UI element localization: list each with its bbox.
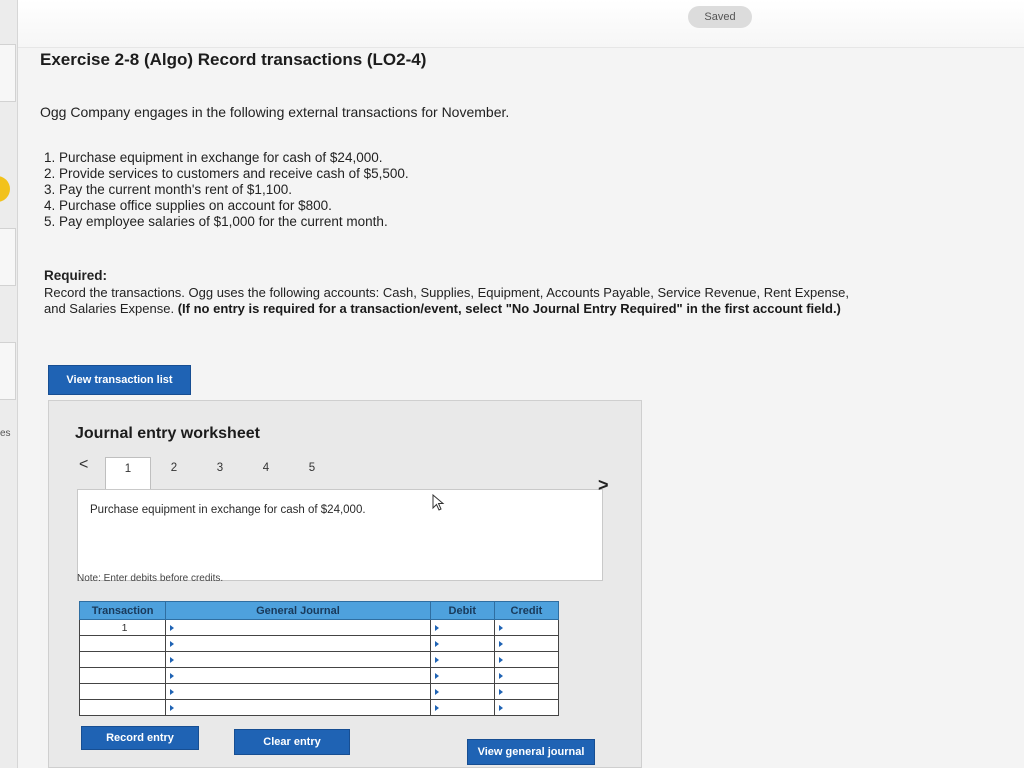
credit-input[interactable] [493, 635, 560, 652]
input-marker-icon [434, 624, 439, 631]
debit-credit-note: Note: Enter debits before credits. [77, 573, 224, 584]
list-item: 4. Purchase office supplies on account f… [44, 198, 332, 213]
tab-transaction-4[interactable]: 4 [243, 457, 289, 491]
required-instructions: Record the transactions. Ogg uses the fo… [44, 285, 864, 317]
left-rail: es [0, 0, 18, 768]
column-header-transaction: Transaction [78, 601, 167, 620]
column-header-debit: Debit [429, 601, 495, 620]
transaction-list: 1. Purchase equipment in exchange for ca… [44, 150, 409, 230]
dropdown-marker-icon [170, 640, 175, 647]
credit-input[interactable] [493, 651, 560, 668]
debit-input[interactable] [429, 651, 495, 668]
worksheet-title: Journal entry worksheet [75, 425, 260, 442]
tab-transaction-3[interactable]: 3 [197, 457, 243, 491]
required-bold-note: (If no entry is required for a transacti… [177, 301, 841, 316]
transaction-description: Purchase equipment in exchange for cash … [90, 504, 366, 516]
saved-status-badge: Saved [688, 6, 752, 28]
input-marker-icon [434, 704, 439, 711]
account-select[interactable] [165, 699, 431, 716]
tab-transaction-1[interactable]: 1 [105, 457, 151, 491]
input-marker-icon [498, 704, 503, 711]
account-select[interactable] [165, 651, 431, 668]
table-row [78, 651, 560, 668]
dropdown-marker-icon [170, 704, 175, 711]
dropdown-marker-icon [170, 624, 175, 631]
transaction-description-panel: Purchase equipment in exchange for cash … [77, 489, 603, 581]
transaction-tabs: 1 2 3 4 5 [105, 457, 335, 491]
exercise-intro: Ogg Company engages in the following ext… [40, 104, 510, 120]
journal-entry-worksheet: Journal entry worksheet < 1 2 3 4 5 Purc… [48, 400, 642, 768]
tab-transaction-5[interactable]: 5 [289, 457, 335, 491]
input-marker-icon [434, 688, 439, 695]
debit-input[interactable] [429, 635, 495, 652]
transaction-cell [78, 651, 167, 668]
credit-input[interactable] [493, 619, 560, 636]
mouse-cursor-icon [432, 494, 445, 511]
rail-tab[interactable] [0, 228, 16, 286]
next-transaction-chevron-icon[interactable]: > [598, 475, 609, 496]
view-transaction-list-button[interactable]: View transaction list [48, 365, 191, 395]
transaction-cell [78, 683, 167, 700]
input-marker-icon [434, 656, 439, 663]
list-item: 2. Provide services to customers and rec… [44, 166, 409, 181]
input-marker-icon [498, 688, 503, 695]
required-heading: Required: [44, 268, 108, 283]
list-item: 3. Pay the current month's rent of $1,10… [44, 182, 292, 197]
account-select[interactable] [165, 667, 431, 684]
input-marker-icon [498, 640, 503, 647]
prev-transaction-chevron-icon[interactable]: < [79, 456, 88, 474]
input-marker-icon [498, 624, 503, 631]
input-marker-icon [498, 672, 503, 679]
transaction-cell [78, 699, 167, 716]
table-row: 1 [78, 619, 560, 636]
account-select[interactable] [165, 619, 431, 636]
debit-input[interactable] [429, 667, 495, 684]
record-entry-button[interactable]: Record entry [81, 726, 199, 750]
rail-tab[interactable] [0, 44, 16, 102]
dropdown-marker-icon [170, 656, 175, 663]
input-marker-icon [434, 672, 439, 679]
input-marker-icon [498, 656, 503, 663]
table-row [78, 667, 560, 684]
debit-input[interactable] [429, 683, 495, 700]
transaction-cell: 1 [78, 619, 167, 636]
column-header-general-journal: General Journal [165, 601, 431, 620]
account-select[interactable] [165, 683, 431, 700]
top-bar [18, 0, 1024, 48]
debit-input[interactable] [429, 619, 495, 636]
list-item: 1. Purchase equipment in exchange for ca… [44, 150, 383, 165]
view-general-journal-button[interactable]: View general journal [467, 739, 595, 765]
general-journal-table: Transaction General Journal Debit Credit… [78, 601, 560, 716]
rail-label: es [0, 428, 11, 439]
account-select[interactable] [165, 635, 431, 652]
transaction-cell [78, 667, 167, 684]
dropdown-marker-icon [170, 672, 175, 679]
progress-dot-icon [0, 176, 10, 202]
table-row [78, 699, 560, 716]
list-item: 5. Pay employee salaries of $1,000 for t… [44, 214, 388, 229]
table-row [78, 683, 560, 700]
credit-input[interactable] [493, 667, 560, 684]
transaction-cell [78, 635, 167, 652]
rail-tab[interactable] [0, 342, 16, 400]
exercise-title: Exercise 2-8 (Algo) Record transactions … [40, 50, 427, 69]
debit-input[interactable] [429, 699, 495, 716]
tab-transaction-2[interactable]: 2 [151, 457, 197, 491]
dropdown-marker-icon [170, 688, 175, 695]
input-marker-icon [434, 640, 439, 647]
table-row [78, 635, 560, 652]
credit-input[interactable] [493, 699, 560, 716]
column-header-credit: Credit [493, 601, 560, 620]
clear-entry-button[interactable]: Clear entry [234, 729, 350, 755]
credit-input[interactable] [493, 683, 560, 700]
